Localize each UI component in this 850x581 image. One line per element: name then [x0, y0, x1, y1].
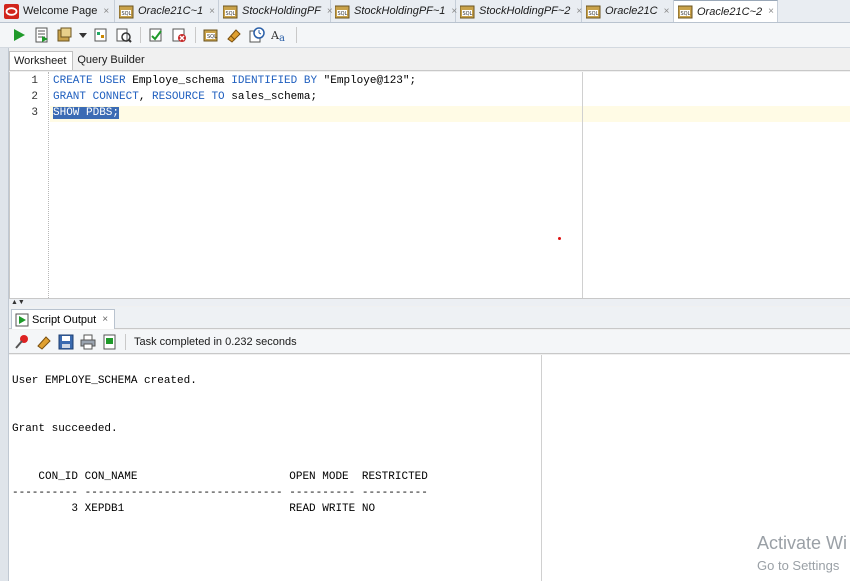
clear-output-eraser-icon[interactable] [35, 333, 53, 351]
watermark-line-2: Go to Settings [757, 558, 840, 573]
toolbar-separator [195, 27, 196, 43]
line-number-gutter [10, 72, 48, 298]
save-icon[interactable] [57, 333, 75, 351]
sql-text: Employe_schema [125, 75, 232, 87]
svg-text:SQL: SQL [589, 11, 599, 17]
sql-developer-window: Welcome Page × SQL Oracle21C~1 × SQL StockHold… [0, 0, 850, 581]
line-number: 2 [31, 91, 38, 103]
code-line[interactable]: CREATE USER Employe_schema IDENTIFIED BY… [53, 75, 416, 87]
commit-icon[interactable] [147, 26, 165, 44]
selected-text: SHOW PDBS; [53, 107, 120, 119]
script-output-text: User EMPLOYE_SCHEMA created. Grant succe… [12, 375, 428, 515]
code-line[interactable]: SHOW PDBS; [53, 107, 120, 119]
worksheet-toolbar: SQL Aa [0, 23, 850, 48]
clear-eraser-icon[interactable] [225, 26, 243, 44]
sql-keyword: CREATE USER [53, 75, 126, 87]
line-number: 1 [31, 75, 38, 87]
svg-text:SQL: SQL [207, 34, 217, 40]
close-icon[interactable]: × [103, 6, 109, 17]
sql-worksheet-icon: SQL [459, 4, 475, 19]
code-line[interactable]: GRANT CONNECT, RESOURCE TO sales_schema; [53, 91, 317, 103]
tab-label: Oracle21C [605, 5, 658, 17]
svg-text:SQL: SQL [681, 11, 691, 17]
panel-splitter[interactable]: ▲▼ [9, 298, 850, 306]
rollback-icon[interactable] [170, 26, 188, 44]
tab-welcome-page[interactable]: Welcome Page × [0, 0, 115, 22]
document-tab-bar: Welcome Page × SQL Oracle21C~1 × SQL StockHold… [0, 0, 850, 23]
sql-worksheet-icon: SQL [677, 4, 693, 19]
sql-tuning-advisor-icon[interactable] [115, 26, 133, 44]
to-upper-lower-case-icon[interactable]: Aa [271, 26, 289, 44]
tab-oracle21c[interactable]: SQL Oracle21C × [582, 0, 674, 22]
svg-text:SQL: SQL [463, 11, 473, 17]
right-margin-line [582, 72, 583, 298]
activate-windows-watermark: Activate Wi Go to Settings [757, 533, 847, 573]
svg-text:a: a [279, 33, 285, 43]
sql-text: "Employe@123"; [317, 75, 417, 87]
tab-stockholdingpf-1[interactable]: SQL StockHoldingPF~1 × [331, 0, 457, 22]
tab-oracle21c-1[interactable]: SQL Oracle21C~1 × [115, 0, 219, 22]
open-in-worksheet-icon[interactable] [101, 333, 119, 351]
output-right-margin [541, 355, 542, 581]
svg-text:SQL: SQL [226, 11, 236, 17]
close-icon[interactable]: × [768, 6, 774, 17]
line-number: 3 [31, 107, 38, 119]
oracle-logo-icon [4, 3, 19, 19]
dropdown-arrow-icon[interactable] [79, 26, 87, 44]
pin-icon[interactable] [13, 333, 31, 351]
output-tab-bar: Script Output × [9, 307, 850, 329]
sql-worksheet-icon: SQL [585, 4, 601, 19]
script-output-label: Script Output [32, 313, 97, 326]
tab-script-output[interactable]: Script Output × [11, 309, 116, 329]
sql-editor[interactable]: 1 CREATE USER Employe_schema IDENTIFIED B… [9, 72, 850, 298]
autotrace-icon[interactable] [56, 26, 74, 44]
explain-plan-icon[interactable] [92, 26, 110, 44]
print-icon[interactable] [79, 333, 97, 351]
sql-keyword: IDENTIFIED BY [231, 75, 318, 87]
sql-worksheet-icon: SQL [222, 4, 238, 19]
toolbar-separator [296, 27, 297, 43]
output-toolbar: Task completed in 0.232 seconds [9, 330, 850, 354]
close-icon[interactable]: × [664, 6, 670, 17]
tab-label: StockHoldingPF [242, 5, 321, 17]
tab-query-builder[interactable]: Query Builder [73, 51, 150, 70]
tab-label: Oracle21C~2 [697, 5, 763, 18]
gutter-divider [48, 72, 49, 298]
task-status-text: Task completed in 0.232 seconds [134, 335, 297, 348]
sql-worksheet-icon: SQL [118, 4, 134, 19]
sql-text: , [138, 91, 153, 103]
tab-label: Welcome Page [23, 5, 98, 17]
sql-keyword: GRANT CONNECT [53, 91, 139, 103]
tab-worksheet[interactable]: Worksheet [9, 51, 74, 70]
sql-keyword: RESOURCE TO [152, 91, 225, 103]
script-output-area[interactable]: User EMPLOYE_SCHEMA created. Grant succe… [9, 355, 850, 581]
left-dock-strip [0, 48, 9, 581]
tab-stockholdingpf-2[interactable]: SQL StockHoldingPF~2 × [456, 0, 582, 22]
svg-text:SQL: SQL [338, 11, 348, 17]
toolbar-separator [140, 27, 141, 43]
worksheet-subtabs: Worksheet Query Builder [9, 51, 850, 71]
watermark-line-1: Activate Wi [757, 533, 848, 553]
unshared-sql-worksheet-icon[interactable]: SQL [202, 26, 220, 44]
toolbar-separator [125, 333, 126, 350]
close-icon[interactable]: × [209, 6, 215, 17]
svg-text:SQL: SQL [122, 11, 132, 17]
marker-dot [558, 237, 561, 240]
sql-worksheet-icon: SQL [334, 4, 350, 19]
tab-stockholdingpf[interactable]: SQL StockHoldingPF × [219, 0, 333, 22]
run-statement-icon[interactable] [10, 26, 28, 44]
splitter-arrows-icon[interactable]: ▲▼ [11, 299, 25, 306]
sql-history-icon[interactable] [248, 26, 266, 44]
tab-label: Oracle21C~1 [138, 5, 204, 17]
tab-oracle21c-2[interactable]: SQL Oracle21C~2 × [674, 0, 778, 22]
run-script-icon[interactable] [33, 26, 51, 44]
close-icon[interactable]: × [102, 314, 108, 325]
current-line-highlight [50, 106, 850, 122]
sql-text: sales_schema; [224, 91, 318, 103]
tab-label: StockHoldingPF~1 [354, 5, 446, 17]
tab-label: StockHoldingPF~2 [479, 5, 571, 17]
script-output-icon [15, 313, 29, 327]
